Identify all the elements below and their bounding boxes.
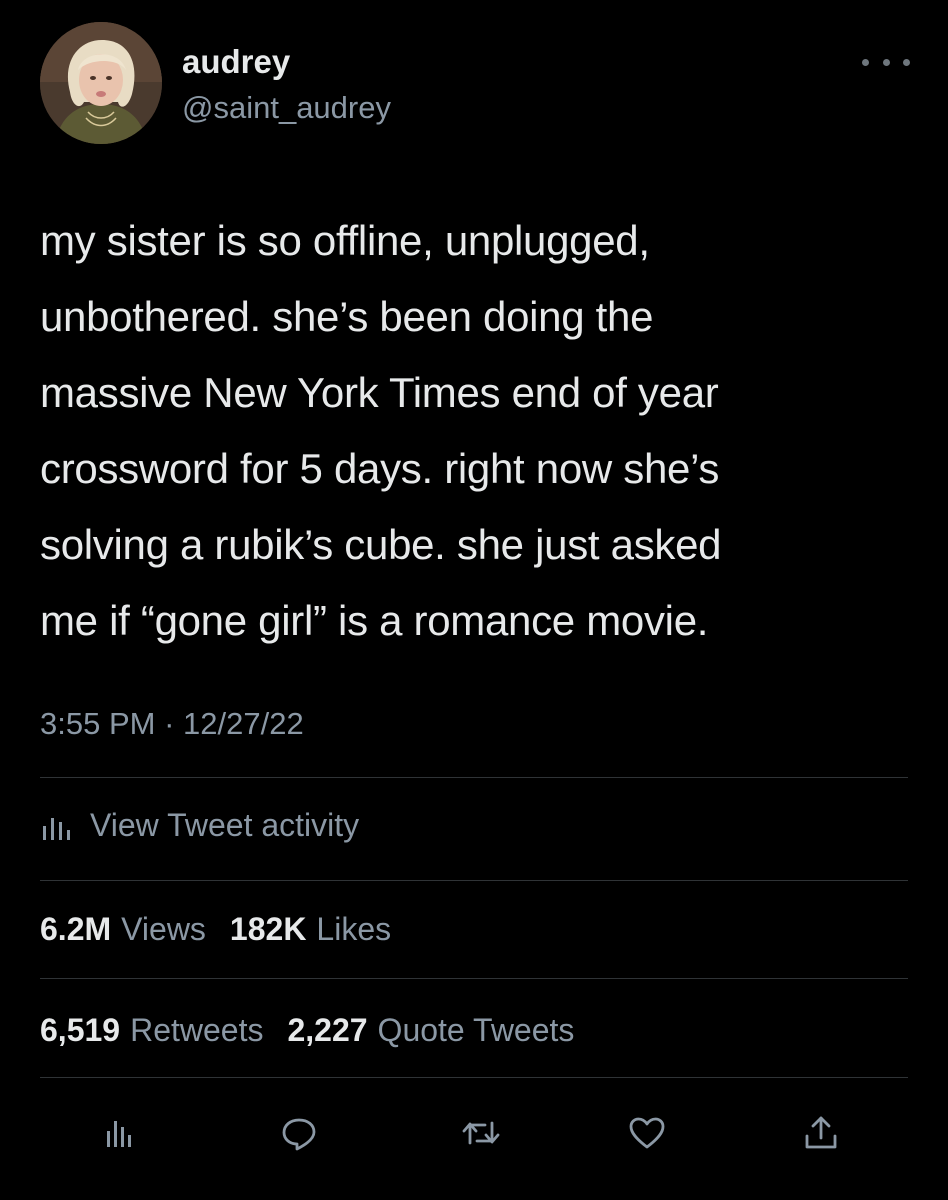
divider (40, 880, 908, 881)
reply-button[interactable] (274, 1108, 324, 1158)
view-tweet-activity-link[interactable]: View Tweet activity (40, 802, 359, 848)
tweet-date: 12/27/22 (183, 706, 304, 741)
stats-row-retweets-quotes: 6,519 Retweets 2,227 Quote Tweets (40, 1008, 598, 1052)
tweet-action-bar (0, 1108, 948, 1158)
quotes-count: 2,227 (287, 1012, 368, 1048)
analytics-icon (107, 1121, 131, 1147)
likes-count: 182K (229, 911, 307, 947)
views-count: 6.2M (40, 911, 112, 947)
analytics-button[interactable] (94, 1108, 144, 1158)
retweets-label: Retweets (130, 1012, 264, 1048)
author-handle[interactable]: @saint_audrey (182, 88, 391, 128)
more-options-icon[interactable] (862, 50, 910, 74)
reply-icon (282, 1118, 316, 1151)
retweets-stat[interactable]: 6,519 Retweets (40, 1008, 287, 1052)
retweet-icon (462, 1121, 500, 1145)
timestamp-separator: · (164, 706, 175, 741)
divider (40, 978, 908, 979)
tweet-timestamp[interactable]: 3:55 PM · 12/27/22 (40, 702, 304, 746)
author-display-name[interactable]: audrey (182, 42, 290, 82)
retweet-button[interactable] (456, 1108, 506, 1158)
profile-photo (40, 22, 162, 144)
avatar[interactable] (40, 22, 162, 144)
quotes-label: Quote Tweets (377, 1012, 575, 1048)
bar-chart-icon (43, 818, 70, 840)
quote-tweets-stat[interactable]: 2,227 Quote Tweets (287, 1008, 598, 1052)
more-dot (862, 58, 869, 66)
tweet-time: 3:55 PM (40, 706, 156, 741)
share-icon (805, 1116, 837, 1149)
views-label: Views (121, 911, 206, 947)
stats-row-views-likes: 6.2M Views 182K Likes (40, 907, 415, 951)
share-button[interactable] (796, 1108, 846, 1158)
divider (40, 777, 908, 778)
like-button[interactable] (622, 1108, 672, 1158)
activity-label: View Tweet activity (90, 806, 360, 843)
views-stat[interactable]: 6.2M Views (40, 907, 230, 951)
more-dot (903, 58, 910, 66)
divider (40, 1077, 908, 1078)
retweets-count: 6,519 (40, 1012, 121, 1048)
like-icon (629, 1117, 665, 1149)
more-dot (882, 58, 890, 66)
likes-label: Likes (316, 911, 392, 947)
tweet-text: my sister is so offline, unplugged, unbo… (40, 217, 722, 644)
likes-stat[interactable]: 182K Likes (230, 907, 415, 951)
